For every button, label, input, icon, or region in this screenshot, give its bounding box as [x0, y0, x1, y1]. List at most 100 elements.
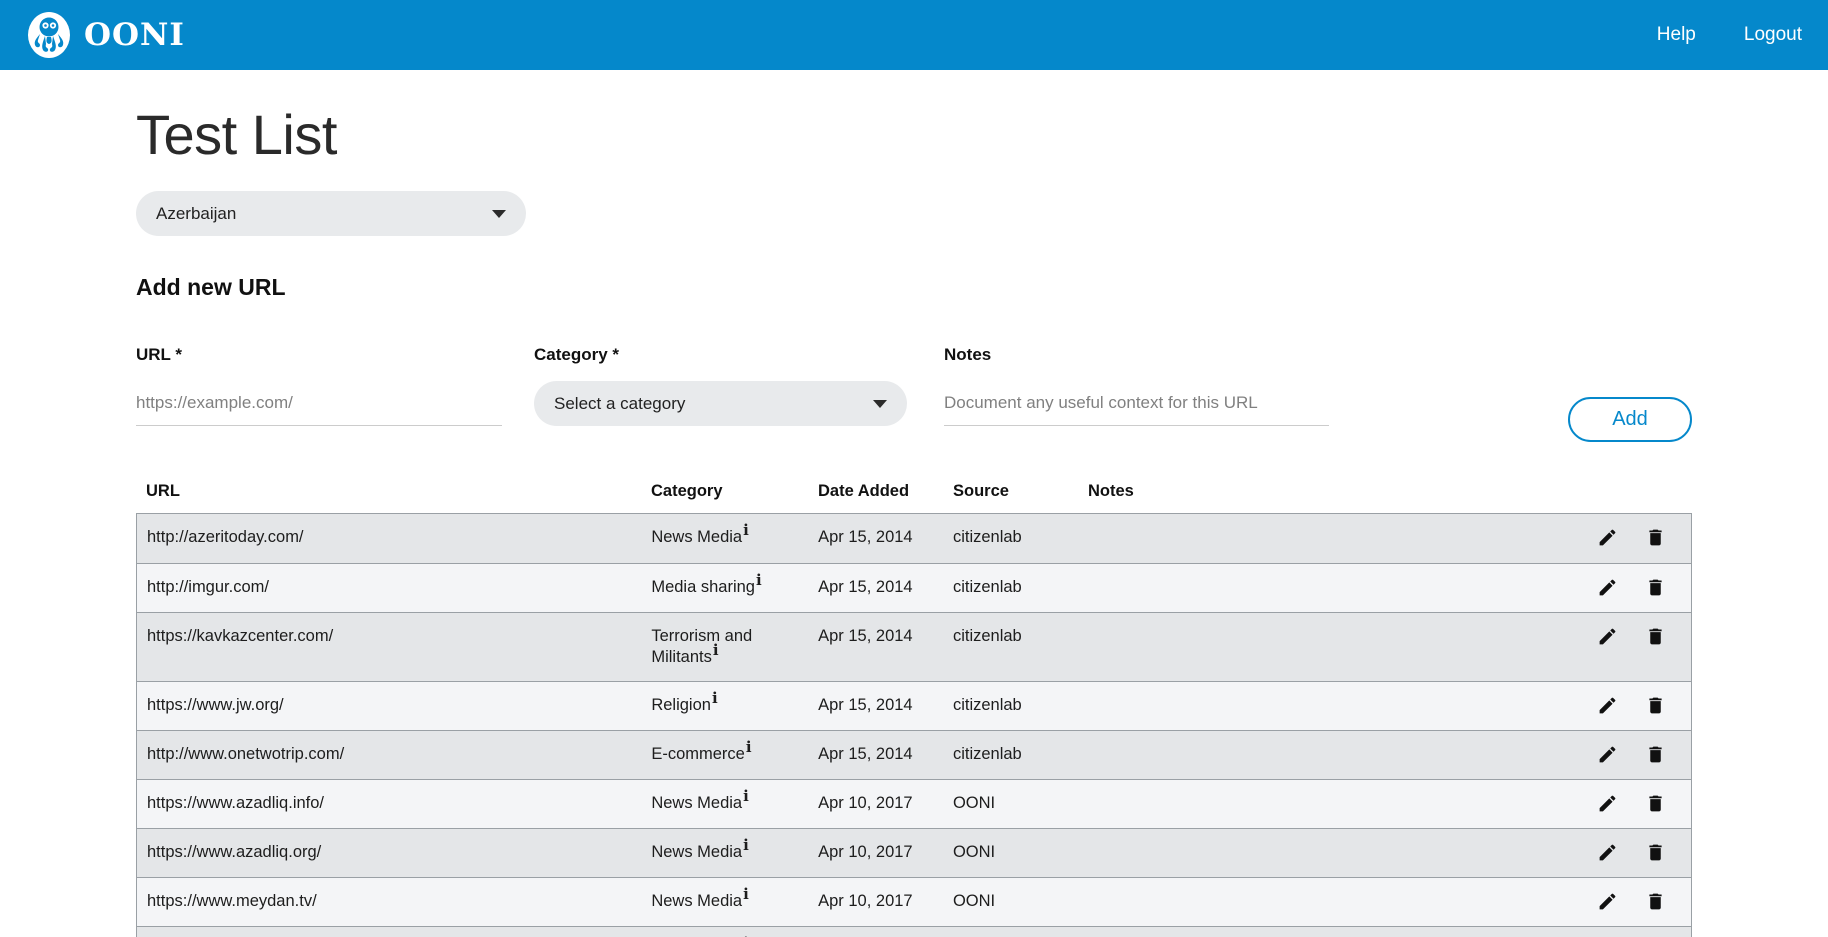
date-added-cell: Apr 10, 2017	[808, 829, 943, 876]
source-cell: citizenlab	[943, 682, 1078, 729]
notes-cell	[1078, 780, 1537, 806]
url-cell: https://www.azadliq.org/	[137, 829, 641, 876]
delete-trash-icon[interactable]	[1645, 891, 1666, 912]
category-info-icon[interactable]: i	[743, 521, 749, 539]
edit-pencil-icon[interactable]	[1597, 842, 1618, 863]
date-added-cell: Apr 10, 2017	[808, 780, 943, 827]
category-cell: Religioni	[641, 682, 808, 729]
date-added-cell: Apr 10, 2017	[808, 927, 943, 937]
delete-trash-icon[interactable]	[1645, 527, 1666, 548]
category-select-value: Select a category	[554, 394, 685, 414]
url-table: URL Category Date Added Source Notes htt…	[136, 482, 1692, 937]
notes-cell	[1078, 878, 1537, 904]
row-actions	[1537, 829, 1691, 876]
edit-pencil-icon[interactable]	[1597, 527, 1618, 548]
table-body: http://azeritoday.com/ News Mediai Apr 1…	[136, 513, 1692, 937]
notes-field-label: Notes	[944, 345, 1329, 365]
notes-cell	[1078, 829, 1537, 855]
delete-trash-icon[interactable]	[1645, 842, 1666, 863]
date-added-cell: Apr 15, 2014	[808, 682, 943, 729]
category-info-icon[interactable]: i	[743, 885, 749, 903]
source-cell: citizenlab	[943, 514, 1078, 561]
edit-pencil-icon[interactable]	[1597, 695, 1618, 716]
url-cell: https://www.azadliq.info/	[137, 780, 641, 827]
column-header-date: Date Added	[808, 482, 943, 501]
row-actions	[1537, 514, 1691, 561]
category-select[interactable]: Select a category	[534, 381, 907, 426]
notes-cell	[1078, 613, 1537, 639]
source-cell: citizenlab	[943, 564, 1078, 611]
source-cell: OONI	[943, 927, 1078, 937]
date-added-cell: Apr 15, 2014	[808, 613, 943, 660]
help-link[interactable]: Help	[1657, 24, 1696, 46]
category-field-label: Category *	[534, 345, 907, 365]
row-actions	[1537, 927, 1691, 937]
delete-trash-icon[interactable]	[1645, 744, 1666, 765]
row-actions	[1537, 564, 1691, 611]
column-header-source: Source	[943, 482, 1078, 501]
edit-pencil-icon[interactable]	[1597, 744, 1618, 765]
table-header-row: URL Category Date Added Source Notes	[136, 482, 1692, 513]
category-info-icon[interactable]: i	[713, 641, 719, 659]
app-header: OONI Help Logout	[0, 0, 1828, 70]
url-cell: http://imgur.com/	[137, 564, 641, 611]
table-row: https://www.azadliq.info/ News Mediai Ap…	[137, 779, 1691, 828]
url-cell: http://azeritoday.com/	[137, 514, 641, 561]
add-button[interactable]: Add	[1568, 397, 1692, 442]
url-cell: https://www.jw.org/	[137, 682, 641, 729]
edit-pencil-icon[interactable]	[1597, 577, 1618, 598]
table-row: http://imgur.com/ Media sharingi Apr 15,…	[137, 563, 1691, 612]
source-cell: citizenlab	[943, 731, 1078, 778]
delete-trash-icon[interactable]	[1645, 626, 1666, 647]
table-row: https://www.meydan.tv/ News Mediai Apr 1…	[137, 877, 1691, 926]
category-info-icon[interactable]: i	[743, 787, 749, 805]
row-actions	[1537, 731, 1691, 778]
date-added-cell: Apr 10, 2017	[808, 878, 943, 925]
notes-cell	[1078, 682, 1537, 708]
logout-link[interactable]: Logout	[1744, 24, 1802, 46]
table-row: https://www.azadliq.org/ News Mediai Apr…	[137, 828, 1691, 877]
url-cell: http://www.abzas.net/	[137, 927, 641, 937]
notes-cell	[1078, 564, 1537, 590]
add-url-heading: Add new URL	[136, 274, 1692, 301]
ooni-octopus-logo-icon	[26, 10, 72, 60]
table-row: http://www.abzas.net/ News Mediai Apr 10…	[137, 926, 1691, 937]
category-cell: News Mediai	[641, 927, 808, 937]
category-cell: Terrorism and Militantsi	[641, 613, 808, 681]
category-info-icon[interactable]: i	[743, 836, 749, 854]
url-field-label: URL *	[136, 345, 502, 365]
url-cell: http://www.onetwotrip.com/	[137, 731, 641, 778]
category-cell: News Mediai	[641, 878, 808, 925]
country-select-value: Azerbaijan	[156, 204, 236, 224]
url-cell: https://kavkazcenter.com/	[137, 613, 641, 660]
chevron-down-icon	[492, 210, 506, 218]
edit-pencil-icon[interactable]	[1597, 793, 1618, 814]
column-header-notes: Notes	[1078, 482, 1538, 501]
date-added-cell: Apr 15, 2014	[808, 514, 943, 561]
table-row: http://www.onetwotrip.com/ E-commercei A…	[137, 730, 1691, 779]
brand-name: OONI	[84, 17, 185, 53]
delete-trash-icon[interactable]	[1645, 695, 1666, 716]
category-info-icon[interactable]: i	[712, 689, 718, 707]
delete-trash-icon[interactable]	[1645, 793, 1666, 814]
date-added-cell: Apr 15, 2014	[808, 731, 943, 778]
main-content: Test List Azerbaijan Add new URL URL * C…	[136, 102, 1692, 937]
category-cell: News Mediai	[641, 514, 808, 561]
country-select[interactable]: Azerbaijan	[136, 191, 526, 236]
notes-cell	[1078, 514, 1537, 540]
delete-trash-icon[interactable]	[1645, 577, 1666, 598]
category-info-icon[interactable]: i	[756, 571, 762, 589]
page-title: Test List	[136, 102, 1692, 167]
url-cell: https://www.meydan.tv/	[137, 878, 641, 925]
add-url-form: URL * Category * Select a category Notes…	[136, 345, 1692, 442]
edit-pencil-icon[interactable]	[1597, 891, 1618, 912]
category-cell: News Mediai	[641, 780, 808, 827]
notes-input[interactable]	[944, 381, 1329, 426]
edit-pencil-icon[interactable]	[1597, 626, 1618, 647]
column-header-category: Category	[641, 482, 808, 501]
category-info-icon[interactable]: i	[746, 738, 752, 756]
column-header-actions	[1538, 482, 1692, 501]
notes-cell	[1078, 731, 1537, 757]
url-input[interactable]	[136, 381, 502, 426]
notes-cell	[1078, 927, 1537, 937]
